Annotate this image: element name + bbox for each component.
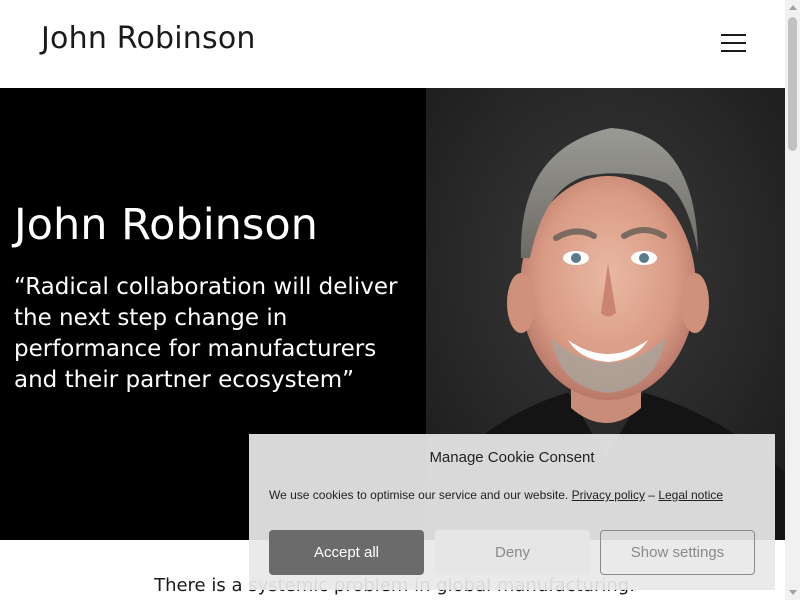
hamburger-menu-icon[interactable]	[720, 32, 748, 54]
hero-quote: “Radical collaboration will deliver the …	[14, 274, 398, 393]
show-settings-button[interactable]: Show settings	[600, 530, 755, 575]
cookie-banner-message: We use cookies to optimise our service a…	[269, 488, 765, 502]
hero-text: John Robinson “Radical collaboration wil…	[14, 200, 404, 396]
page-scrollbar[interactable]	[785, 0, 800, 600]
deny-button[interactable]: Deny	[435, 530, 590, 575]
scroll-down-arrow-icon[interactable]	[785, 585, 800, 600]
scrollbar-thumb[interactable]	[788, 17, 797, 151]
hero-name: John Robinson	[14, 200, 318, 250]
cookie-message-text: We use cookies to optimise our service a…	[269, 488, 569, 502]
cookie-banner-title: Manage Cookie Consent	[429, 449, 595, 466]
privacy-policy-link[interactable]: Privacy policy	[572, 488, 645, 502]
legal-notice-link[interactable]: Legal notice	[658, 488, 723, 502]
cookie-consent-banner: Manage Cookie Consent We use cookies to …	[249, 434, 775, 590]
link-separator: –	[644, 488, 659, 502]
scroll-up-arrow-icon[interactable]	[785, 0, 800, 15]
site-header: John Robinson	[0, 0, 785, 88]
accept-all-button[interactable]: Accept all	[269, 530, 424, 575]
site-title[interactable]: John Robinson	[41, 21, 256, 56]
